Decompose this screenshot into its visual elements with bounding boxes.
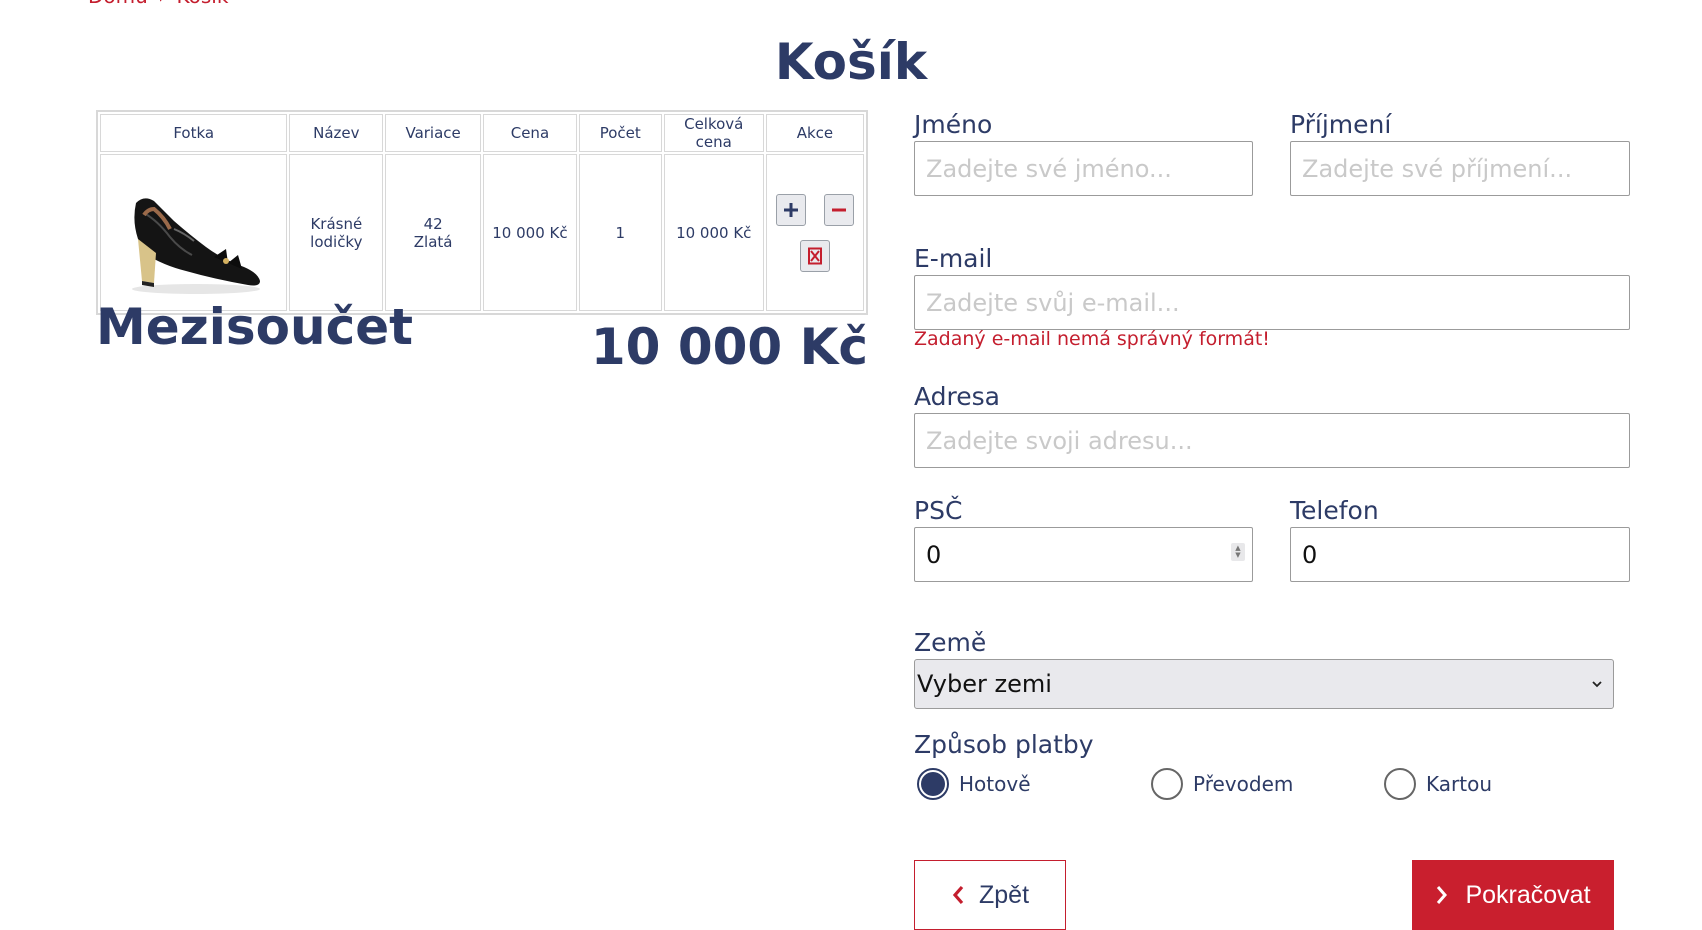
payment-option-transfer[interactable]: Převodem [1151,768,1293,800]
delete-icon [807,247,822,264]
email-label: E-mail [914,244,993,273]
last-name-input[interactable] [1290,141,1630,196]
radio-card[interactable] [1384,768,1416,800]
phone-label: Telefon [1290,496,1379,525]
page-title: Košík [774,33,928,91]
col-header-actions: Akce [765,114,864,152]
product-photo [131,197,260,294]
payment-option-cash[interactable]: Hotově [917,768,1031,800]
col-header-variant: Variace [385,114,482,152]
chevron-right-icon [1437,886,1448,904]
remove-item-button[interactable] [799,239,830,272]
cart-table: Fotka Název Variace Cena Počet Celková c… [96,110,868,315]
breadcrumb-home[interactable]: Domů [88,0,148,8]
product-photo-cell [100,154,288,311]
col-header-total: Celková cena [663,114,764,152]
col-header-photo: Fotka [100,114,288,152]
product-quantity: 1 [578,154,662,311]
decrease-quantity-button[interactable] [823,193,854,226]
product-name-line-2: lodičky [310,232,363,251]
minus-icon [831,208,846,211]
product-variant-cell: 42 Zlatá [385,154,482,311]
subtotal-label: Mezisoučet [96,298,414,356]
col-header-price: Cena [483,114,577,152]
country-select-value: Vyber zemi [917,670,1052,698]
email-error-message: Zadaný e-mail nemá správný formát! [914,328,1270,350]
variant-size: 42 [423,214,443,233]
col-header-quantity: Počet [578,114,662,152]
breadcrumb: Domů › Košík [86,0,230,8]
breadcrumb-separator: › [158,0,166,8]
product-name-cell: Krásné lodičky [289,154,384,311]
zip-input[interactable] [914,527,1253,582]
subtotal-value: 10 000 Kč [590,318,868,376]
continue-button-label: Pokračovat [1465,880,1591,909]
variant-color: Zlatá [413,232,453,251]
payment-option-card[interactable]: Kartou [1384,768,1492,800]
chevron-down-icon [1592,681,1602,688]
product-total: 10 000 Kč [663,154,764,311]
breadcrumb-current: Košík [177,0,229,8]
address-input[interactable] [914,413,1630,468]
increase-quantity-button[interactable] [775,193,806,226]
col-header-name: Název [289,114,384,152]
back-button-label: Zpět [978,880,1030,909]
product-name-line-1: Krásné [310,214,363,233]
email-input[interactable] [914,275,1630,330]
plus-icon [783,202,798,217]
spinner-down-icon: ▼ [1235,551,1241,559]
radio-transfer-label: Převodem [1193,772,1294,796]
table-row: Krásné lodičky 42 Zlatá 10 000 Kč 1 10 0… [100,154,864,311]
cart-header-row: Fotka Název Variace Cena Počet Celková c… [100,114,864,152]
chevron-left-icon [952,885,964,905]
radio-cash[interactable] [917,768,949,800]
last-name-label: Příjmení [1290,110,1392,139]
radio-cash-label: Hotově [959,772,1031,796]
first-name-input[interactable] [914,141,1253,196]
radio-transfer[interactable] [1151,768,1183,800]
country-label: Země [914,628,987,657]
country-select[interactable]: Vyber zemi [914,659,1614,709]
zip-spinner[interactable]: ▲ ▼ [1231,543,1245,561]
zip-label: PSČ [914,496,963,525]
product-actions-cell [765,154,864,311]
first-name-label: Jméno [914,110,993,139]
back-button[interactable]: Zpět [914,860,1066,930]
radio-card-label: Kartou [1426,772,1492,796]
continue-button[interactable]: Pokračovat [1412,860,1614,930]
payment-label: Způsob platby [914,730,1094,759]
phone-input[interactable] [1290,527,1630,582]
product-price: 10 000 Kč [483,154,577,311]
address-label: Adresa [914,382,1000,411]
